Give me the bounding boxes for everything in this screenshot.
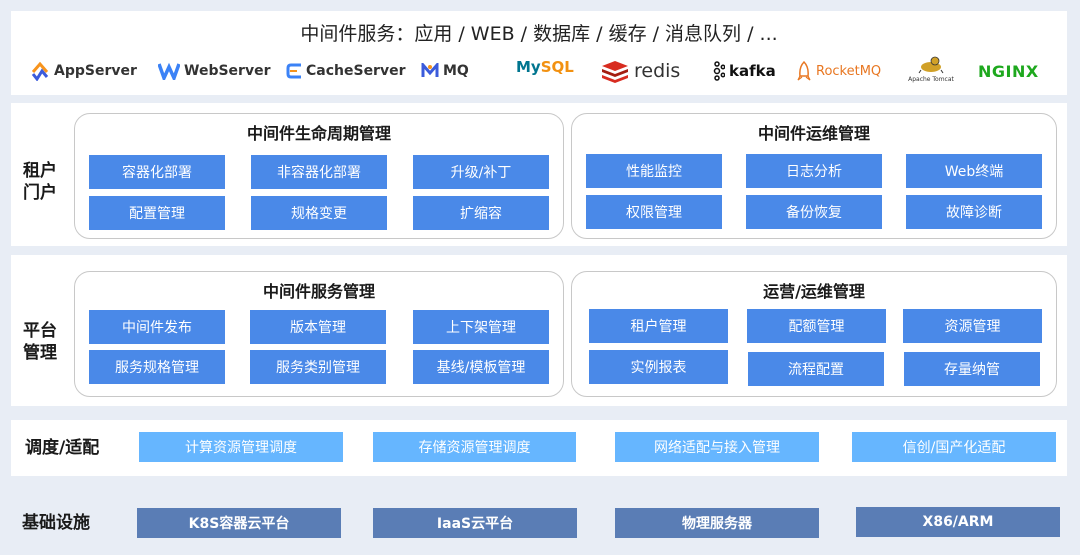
logo-label: RocketMQ [816, 63, 882, 79]
instance-report-button[interactable]: 实例报表 [589, 350, 728, 384]
platform-management-label: 平台 管理 [23, 320, 57, 364]
label-line: 管理 [23, 343, 57, 363]
iaas-platform-button[interactable]: IaaS云平台 [373, 508, 577, 538]
network-adaptation-button[interactable]: 网络适配与接入管理 [615, 432, 819, 462]
fault-diagnosis-button[interactable]: 故障诊断 [906, 195, 1042, 229]
existing-instance-management-button[interactable]: 存量纳管 [904, 352, 1040, 386]
mq-icon [421, 63, 439, 77]
logo-redis: redis [600, 58, 680, 84]
performance-monitor-button[interactable]: 性能监控 [586, 154, 722, 188]
logo-label: redis [634, 60, 681, 82]
logo-nginx: NGINX [978, 58, 1039, 84]
kafka-icon [713, 61, 725, 81]
logo-webserver: WebServer [158, 58, 270, 84]
upgrade-patch-button[interactable]: 升级/补丁 [413, 155, 549, 189]
permission-management-button[interactable]: 权限管理 [586, 195, 722, 229]
group-title: 中间件服务管理 [262, 282, 375, 301]
logo-label: My [516, 58, 541, 76]
tomcat-cat-icon [918, 56, 944, 74]
backup-restore-button[interactable]: 备份恢复 [746, 195, 882, 229]
group-title: 中间件运维管理 [757, 124, 870, 143]
service-category-management-button[interactable]: 服务类别管理 [250, 350, 386, 384]
spec-change-button[interactable]: 规格变更 [251, 196, 387, 230]
container-deploy-button[interactable]: 容器化部署 [89, 155, 225, 189]
logo-label: kafka [729, 62, 776, 80]
logo-tomcat: Apache Tomcat [904, 56, 958, 86]
label-line: 门户 [23, 183, 57, 203]
webserver-icon [158, 62, 180, 80]
xinchuang-adaptation-button[interactable]: 信创/国产化适配 [852, 432, 1056, 462]
redis-icon [602, 61, 628, 83]
service-spec-management-button[interactable]: 服务规格管理 [89, 350, 225, 384]
workflow-config-button[interactable]: 流程配置 [748, 352, 884, 386]
logo-appserver: AppServer [30, 58, 137, 84]
resource-management-button[interactable]: 资源管理 [903, 309, 1042, 343]
baseline-template-management-button[interactable]: 基线/模板管理 [413, 350, 549, 384]
rocket-icon [797, 61, 811, 81]
header-title: 中间件服务：应用 / WEB / 数据库 / 缓存 / 消息队列 / ... [300, 23, 778, 45]
k8s-platform-button[interactable]: K8S容器云平台 [137, 508, 341, 538]
cacheserver-icon [286, 63, 301, 79]
log-analysis-button[interactable]: 日志分析 [746, 154, 882, 188]
logo-kafka: kafka [713, 58, 776, 84]
logo-label: CacheServer [306, 63, 406, 79]
logo-mq: MQ [421, 58, 469, 84]
label-line: 平台 [23, 321, 57, 341]
x86-arm-button[interactable]: X86/ARM [856, 507, 1060, 537]
compute-scheduling-button[interactable]: 计算资源管理调度 [139, 432, 343, 462]
scheduling-label: 调度/适配 [25, 438, 100, 458]
logo-cacheserver: CacheServer [286, 58, 406, 84]
appserver-icon [31, 61, 49, 81]
version-management-button[interactable]: 版本管理 [250, 310, 386, 344]
tenant-management-button[interactable]: 租户管理 [589, 309, 728, 343]
listing-management-button[interactable]: 上下架管理 [413, 310, 549, 344]
logo-label: WebServer [184, 63, 271, 79]
storage-scheduling-button[interactable]: 存储资源管理调度 [373, 432, 576, 462]
label-line: 租户 [23, 161, 57, 181]
middleware-publish-button[interactable]: 中间件发布 [89, 310, 225, 344]
web-terminal-button[interactable]: Web终端 [906, 154, 1042, 188]
logo-label: SQL [540, 58, 574, 76]
logo-rocketmq: RocketMQ [796, 58, 881, 84]
tenant-portal-label: 租户 门户 [23, 160, 57, 204]
physical-server-button[interactable]: 物理服务器 [615, 508, 819, 538]
logo-label: AppServer [54, 63, 137, 79]
quota-management-button[interactable]: 配额管理 [747, 309, 886, 343]
non-container-deploy-button[interactable]: 非容器化部署 [251, 155, 387, 189]
group-title: 中间件生命周期管理 [246, 124, 391, 143]
nginx-icon: NGINX [978, 61, 1039, 81]
group-title: 运营/运维管理 [763, 282, 865, 301]
logo-mysql: My SQL [512, 54, 574, 80]
scaling-button[interactable]: 扩缩容 [413, 196, 549, 230]
infrastructure-label: 基础设施 [22, 513, 90, 533]
config-management-button[interactable]: 配置管理 [89, 196, 225, 230]
logo-label: MQ [443, 63, 469, 79]
logo-label: Apache Tomcat [908, 76, 954, 83]
